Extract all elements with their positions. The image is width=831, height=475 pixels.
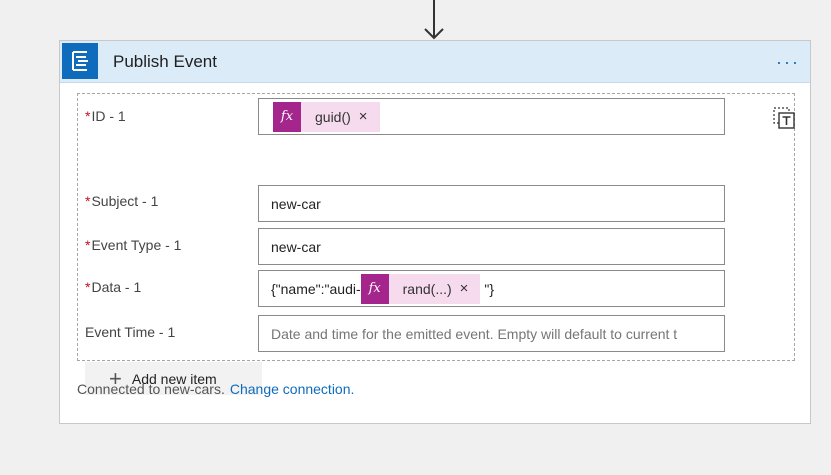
required-marker: * bbox=[85, 279, 91, 295]
data-label: *Data - 1 bbox=[85, 279, 142, 295]
token-name: guid() bbox=[315, 108, 351, 125]
data-suffix: "} bbox=[484, 280, 495, 297]
action-header[interactable]: Publish Event ··· bbox=[60, 41, 810, 83]
guid-expression-token[interactable]: fx guid() × bbox=[273, 101, 380, 132]
id-field[interactable]: fx guid() × bbox=[258, 98, 725, 135]
required-marker: * bbox=[85, 193, 91, 209]
event-time-field[interactable]: Date and time for the emitted event. Emp… bbox=[258, 315, 725, 352]
function-icon: fx bbox=[360, 273, 389, 304]
event-type-value: new-car bbox=[271, 238, 321, 255]
function-icon: fx bbox=[273, 101, 301, 132]
event-grid-icon bbox=[62, 43, 98, 79]
publish-event-action-card: Publish Event ··· *ID - 1 fx guid() × *S… bbox=[59, 40, 811, 424]
parameters-section: *ID - 1 fx guid() × *Subject - 1 new-car… bbox=[77, 93, 796, 395]
change-connection-link[interactable]: Change connection. bbox=[230, 381, 355, 397]
required-marker: * bbox=[85, 108, 91, 124]
rand-expression-token[interactable]: fx rand(...) × bbox=[360, 273, 481, 304]
token-name: rand(...) bbox=[402, 280, 452, 297]
subject-value: new-car bbox=[271, 195, 321, 212]
flow-arrow-down-icon bbox=[424, 0, 444, 40]
data-field[interactable]: {"name":"audi- fx rand(...) × "} bbox=[258, 270, 725, 307]
event-time-label: Event Time - 1 bbox=[85, 324, 176, 340]
subject-field[interactable]: new-car bbox=[258, 185, 725, 222]
event-time-placeholder: Date and time for the emitted event. Emp… bbox=[271, 325, 678, 342]
connection-footer: Connected to new-cars. Change connection. bbox=[77, 381, 354, 397]
event-type-field[interactable]: new-car bbox=[258, 228, 725, 265]
text-mode-toggle-icon[interactable] bbox=[772, 106, 796, 130]
connection-status: Connected to new-cars. bbox=[77, 381, 225, 397]
remove-token-icon[interactable]: × bbox=[460, 280, 481, 297]
event-type-label: *Event Type - 1 bbox=[85, 237, 182, 253]
action-title: Publish Event bbox=[113, 52, 217, 71]
subject-label: *Subject - 1 bbox=[85, 193, 159, 209]
more-options-icon[interactable]: ··· bbox=[776, 52, 800, 73]
data-prefix: {"name":"audi- bbox=[271, 280, 361, 297]
remove-token-icon[interactable]: × bbox=[359, 108, 380, 125]
required-marker: * bbox=[85, 237, 91, 253]
id-label: *ID - 1 bbox=[85, 108, 126, 124]
